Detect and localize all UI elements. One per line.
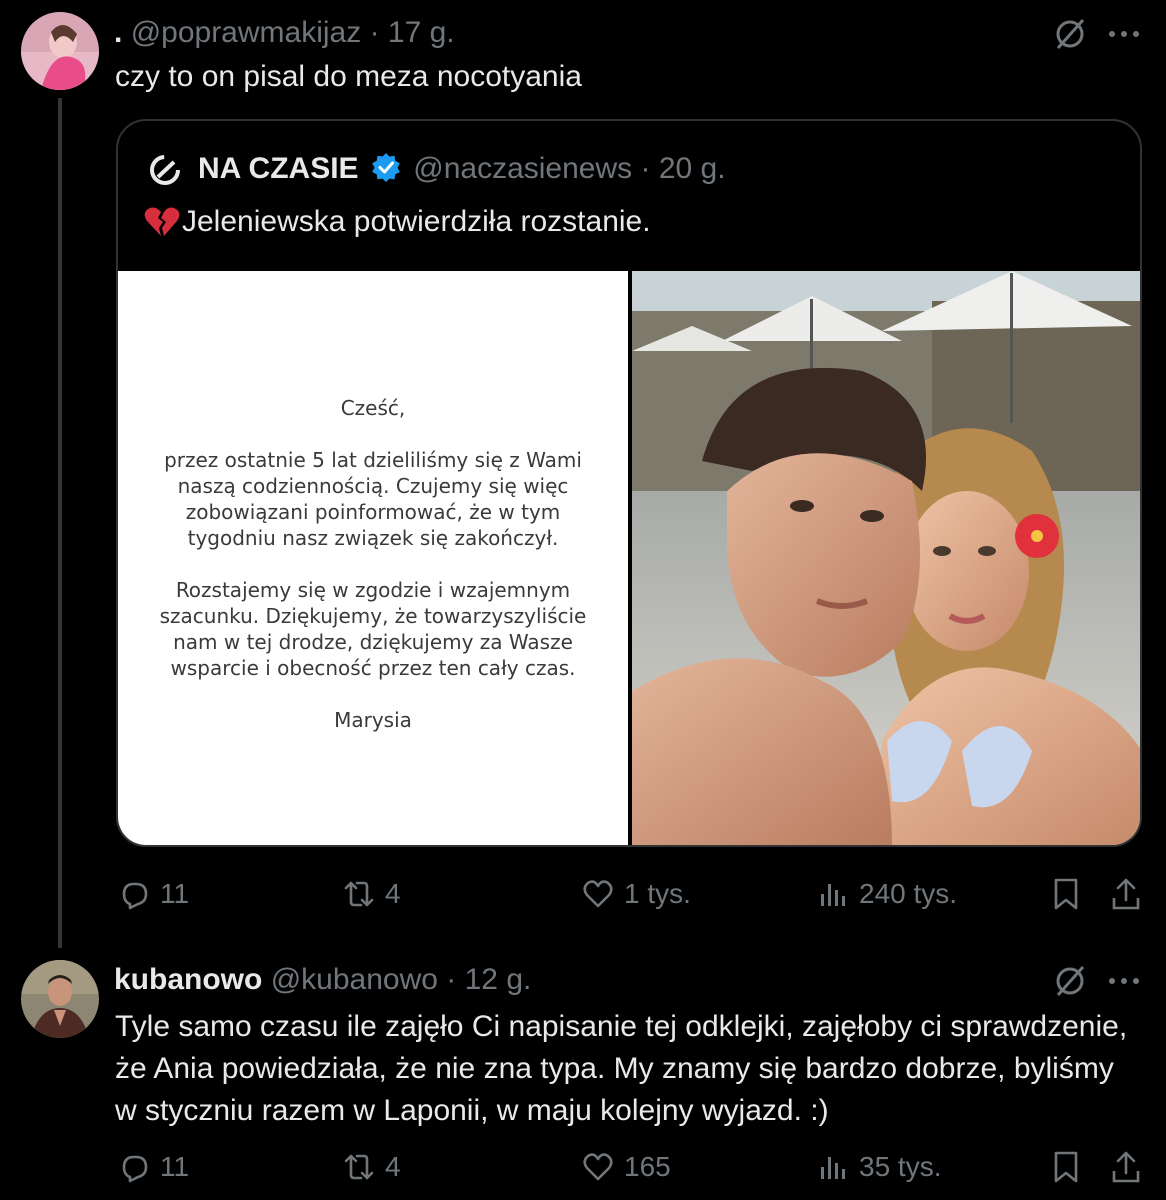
reply-icon bbox=[122, 1155, 148, 1183]
statement-line: wsparcie i obecność przez ten cały czas. bbox=[170, 656, 576, 680]
grok-icon[interactable] bbox=[1052, 963, 1088, 1004]
statement-paragraph-2: Rozstajemy się w zgodzie i wzajemnym sza… bbox=[118, 577, 628, 681]
reply-icon bbox=[122, 882, 148, 910]
tweet2-line: że Ania powiedziała, że nie zna typa. My… bbox=[115, 1052, 1114, 1085]
like-count: 165 bbox=[624, 1151, 671, 1182]
tweet2-line: w styczniu razem w Laponii, w maju kolej… bbox=[115, 1094, 829, 1127]
statement-paragraph-1: przez ostatnie 5 lat dzieliliśmy się z W… bbox=[118, 447, 628, 551]
tweet1-time[interactable]: 17 g. bbox=[388, 16, 455, 49]
avatar-poprawmakijaz[interactable] bbox=[21, 12, 99, 90]
thread-connector-line bbox=[58, 98, 62, 948]
statement-greeting: Cześć, bbox=[340, 396, 406, 420]
statement-line: nam w tej drodze, dziękujemy za Wasze bbox=[173, 630, 573, 654]
tweet1-display-name[interactable]: . bbox=[114, 16, 122, 49]
reply-button[interactable]: 11 bbox=[118, 878, 189, 910]
quoted-header: NA CZASIE @naczasienews · 20 g. bbox=[198, 151, 726, 191]
tweet2-sep: · bbox=[446, 963, 457, 996]
views-button[interactable]: 35 tys. bbox=[817, 1151, 941, 1183]
tweet2-text: Tyle samo czasu ile zajęło Ci napisanie … bbox=[115, 1006, 1155, 1132]
tweet2-handle[interactable]: @kubanowo bbox=[271, 963, 438, 996]
media-divider bbox=[628, 271, 632, 845]
tweet2-display-name[interactable]: kubanowo bbox=[114, 963, 262, 996]
repost-icon bbox=[344, 881, 374, 907]
repost-icon bbox=[344, 1154, 374, 1180]
couple-photo[interactable] bbox=[632, 271, 1140, 845]
more-options-icon[interactable] bbox=[1106, 965, 1142, 1002]
quoted-time[interactable]: 20 g. bbox=[659, 152, 726, 185]
quoted-text-row: Jeleniewska potwierdziła rozstanie. bbox=[144, 201, 651, 243]
views-icon bbox=[821, 1157, 845, 1179]
reply-count: 11 bbox=[160, 1151, 190, 1182]
reply-button[interactable]: 11 bbox=[118, 1151, 189, 1183]
like-button[interactable]: 1 tys. bbox=[582, 878, 691, 910]
tweet1-text: czy to on pisal do meza nocotyania bbox=[115, 60, 582, 93]
views-button[interactable]: 240 tys. bbox=[817, 878, 957, 910]
statement-line: Rozstajemy się w zgodzie i wzajemnym bbox=[175, 578, 571, 602]
tweet1-sep: · bbox=[369, 16, 380, 49]
statement-line: naszą codziennością. Czujemy się więc bbox=[177, 474, 569, 498]
statement-line: zobowiązani poinformować, że w tym bbox=[185, 500, 561, 524]
statement-line: przez ostatnie 5 lat dzieliliśmy się z W… bbox=[164, 448, 582, 472]
grok-icon[interactable] bbox=[1052, 16, 1088, 57]
like-count: 1 tys. bbox=[624, 878, 691, 909]
repost-count: 4 bbox=[385, 878, 401, 909]
statement-line: szacunku. Dziękujemy, że towarzyszyliści… bbox=[159, 604, 587, 628]
tweet2-line: Tyle samo czasu ile zajęło Ci napisanie … bbox=[115, 1010, 1128, 1043]
repost-count: 4 bbox=[385, 1151, 401, 1182]
share-icon[interactable] bbox=[1110, 1149, 1142, 1190]
views-count: 35 tys. bbox=[859, 1151, 942, 1182]
verified-badge-icon bbox=[371, 152, 401, 191]
avatar-kubanowo[interactable] bbox=[21, 960, 99, 1038]
naczasie-logo-icon bbox=[148, 153, 182, 192]
tweet2-header: kubanowo @kubanowo · 12 g. bbox=[114, 962, 531, 998]
broken-heart-icon bbox=[144, 206, 180, 238]
quoted-handle[interactable]: @naczasienews bbox=[413, 152, 632, 185]
like-button[interactable]: 165 bbox=[582, 1151, 671, 1183]
views-icon bbox=[821, 884, 845, 906]
quoted-display-name[interactable]: NA CZASIE bbox=[198, 152, 359, 185]
more-options-icon[interactable] bbox=[1106, 18, 1142, 55]
heart-icon bbox=[583, 1153, 613, 1181]
views-count: 240 tys. bbox=[859, 878, 958, 909]
repost-button[interactable]: 4 bbox=[343, 1151, 401, 1183]
quoted-sep: · bbox=[640, 152, 651, 185]
statement-signature: Marysia bbox=[334, 708, 412, 732]
heart-icon bbox=[583, 880, 613, 908]
reply-count: 11 bbox=[160, 878, 190, 909]
bookmark-icon[interactable] bbox=[1050, 1149, 1082, 1190]
repost-button[interactable]: 4 bbox=[343, 878, 401, 910]
statement-image[interactable]: Cześć, przez ostatnie 5 lat dzieliliśmy … bbox=[118, 271, 628, 845]
quoted-text: Jeleniewska potwierdziła rozstanie. bbox=[182, 205, 651, 238]
quoted-tweet-card[interactable]: NA CZASIE @naczasienews · 20 g. Jeleniew… bbox=[116, 119, 1142, 847]
bookmark-icon[interactable] bbox=[1050, 876, 1082, 917]
share-icon[interactable] bbox=[1110, 876, 1142, 917]
tweet1-handle[interactable]: @poprawmakijaz bbox=[131, 16, 362, 49]
tweet1-header: . @poprawmakijaz · 17 g. bbox=[114, 15, 455, 51]
tweet2-time[interactable]: 12 g. bbox=[465, 963, 532, 996]
statement-line: tygodniu nasz związek się zakończył. bbox=[187, 526, 559, 550]
